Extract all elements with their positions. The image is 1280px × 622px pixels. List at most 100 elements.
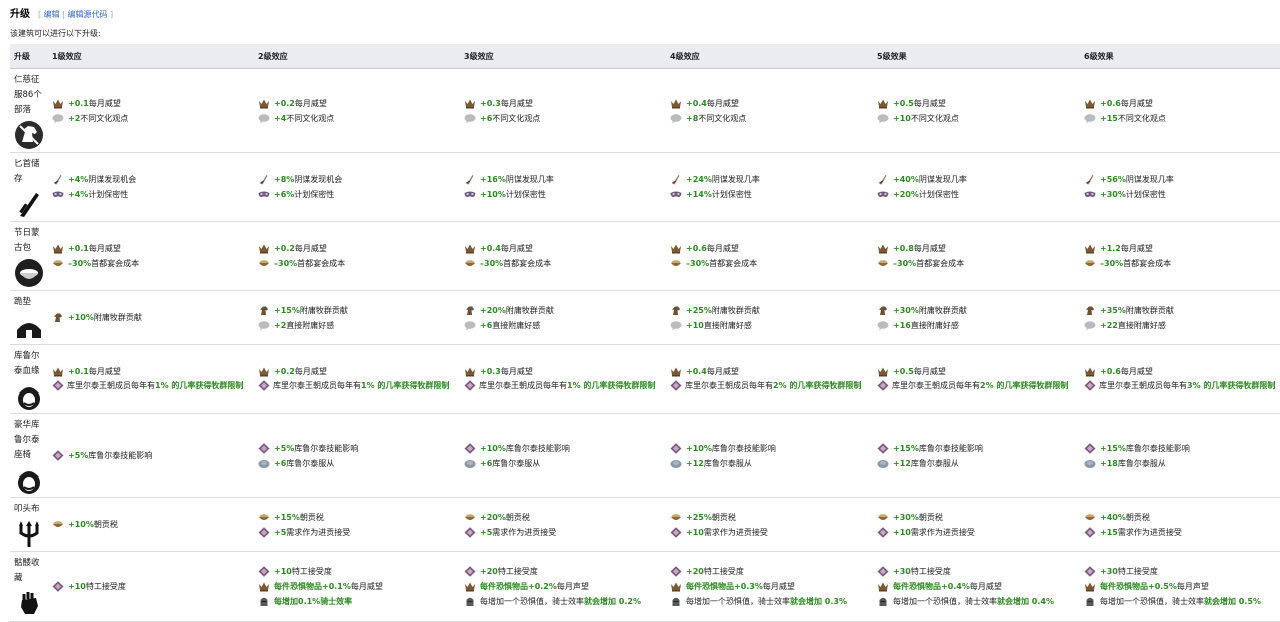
level-4-effect-cell: +0.6 每月威望 –30% 首都宴会成本: [666, 221, 873, 291]
trident-icon: [14, 519, 44, 549]
crown-icon: [464, 98, 476, 109]
speech-icon: [464, 320, 476, 331]
mask-icon: [877, 189, 889, 200]
effect-line: +15 不同文化观点: [1084, 111, 1276, 126]
helmet-icon: [877, 596, 889, 607]
effect-line: 每件恐惧物品 +0.2% 每月声望: [464, 579, 662, 594]
diamond-icon: [1084, 380, 1096, 391]
dagger-icon: [670, 174, 682, 185]
effect-value: +12: [893, 458, 911, 468]
effect-line: +16% 阴谋发现几率: [464, 172, 662, 187]
effect-value: +0.6: [1100, 98, 1121, 108]
level-2-effect-cell: +5% 库鲁尔泰技能影响 +6 库鲁尔泰服从: [254, 413, 460, 498]
upgrade-name-cell: 匕首储存: [10, 152, 48, 222]
effect-value: 就会增加 0.4%: [997, 597, 1054, 606]
effect-line: +6 库鲁尔泰服从: [464, 456, 662, 471]
effect-value: +15%: [893, 443, 919, 453]
diamond-icon: [258, 380, 270, 391]
effect-value: +8%: [274, 175, 295, 184]
effect-line: +0.2 每月威望: [258, 96, 456, 111]
effect-value: +15: [1100, 113, 1118, 123]
level-2-effect-cell: +15% 朝贡税 +5 需求作为进贡接受: [254, 497, 460, 552]
effect-value: +4: [274, 113, 287, 123]
effect-line: +10 特工接受度: [52, 579, 250, 594]
effect-text: 库鲁尔泰技能影响: [1125, 443, 1190, 453]
effect-line: +0.5 每月威望: [877, 364, 1076, 379]
upgrade-name-cell: 节日蒙古包: [10, 221, 48, 291]
effect-value: +56%: [1100, 175, 1126, 184]
horse-icon: [52, 312, 64, 323]
level-2-effect-cell: +0.2 每月威望 库里尔泰王朝成员每年有1% 的几率获得牧群限制: [254, 344, 460, 414]
effect-text: 朝贡税: [711, 512, 736, 522]
effect-text: 每月威望: [1120, 98, 1153, 108]
mask-icon: [258, 189, 270, 200]
effect-line: +5 需求作为进贡接受: [464, 525, 662, 540]
level-6-effect-cell: +0.6 每月威望 +15 不同文化观点: [1080, 68, 1280, 153]
level-6-effect-cell: +30 特工接受度 每件恐惧物品 +0.5% 每月声望 每增加一个恐惧值，骑士效率 就会增加…: [1080, 551, 1280, 622]
table-row: 节日蒙古包 +0.1 每月威望 –30% 首都宴会成本 +0.2 每月威望 –30% 首都宴会成…: [10, 221, 1280, 291]
effect-value: +12: [686, 458, 704, 468]
speech-icon: [464, 113, 476, 124]
effect-text: 朝贡税: [1125, 512, 1150, 522]
bowl-icon: [1084, 258, 1096, 269]
effect-text: 计划保密性: [711, 190, 752, 199]
effect-value: 每件恐惧物品: [480, 582, 528, 591]
effect-text: 库鲁尔泰技能影响: [711, 443, 776, 453]
dagger-icon: [52, 174, 64, 185]
header-level-1: 1级效应: [48, 44, 254, 69]
effect-text: 每月声望: [556, 582, 589, 591]
speech-icon: [877, 320, 889, 331]
crown-icon: [258, 98, 270, 109]
effect-value: +0.1: [68, 98, 89, 108]
effect-value: +5: [480, 527, 493, 537]
effect-line: +10 特工接受度: [258, 564, 456, 579]
effect-line: +8% 阴谋发现机会: [258, 172, 456, 187]
effect-value: +6: [480, 320, 493, 330]
bowl-icon: [670, 512, 682, 523]
effect-value: 2%: [773, 381, 787, 390]
effect-value: 的几率获得牧群限制: [374, 381, 450, 390]
effect-value: –30%: [68, 259, 92, 268]
effect-text: 阴谋发现几率: [505, 175, 554, 184]
table-body: 仁慈征服86个部落 +0.1 每月威望 +2 不同文化观点 +0.2 每月威望 +4 不同文化观…: [10, 68, 1280, 622]
effect-line: +0.3 每月威望: [464, 364, 662, 379]
effect-line: +8 不同文化观点: [670, 111, 869, 126]
effect-value: +10: [274, 567, 292, 576]
speech-icon: [1084, 113, 1096, 124]
effect-line: +10% 朝贡税: [52, 517, 250, 532]
diamond-icon: [52, 581, 64, 592]
effect-line: +10 不同文化观点: [877, 111, 1076, 126]
level-4-effect-cell: +0.4 每月威望 库里尔泰王朝成员每年有2% 的几率获得牧群限制: [666, 344, 873, 414]
dagger-icon: [14, 189, 44, 219]
speech-icon: [670, 113, 682, 124]
level-1-effect-cell: +0.1 每月威望 库里尔泰王朝成员每年有1% 的几率获得牧群限制: [48, 344, 254, 414]
effect-text: 计划保密性: [1125, 190, 1166, 199]
effect-text: 首都宴会成本: [709, 259, 758, 268]
section-header: 升级 [ 编辑 | 编辑源代码 ]: [10, 5, 113, 23]
effect-text: 阴谋发现几率: [1125, 175, 1174, 184]
upgrade-name-cell: 跪垫: [10, 290, 48, 345]
effect-text: 库里尔泰王朝成员每年有: [1099, 381, 1187, 390]
diamond-icon: [877, 526, 889, 538]
bowl-icon: [52, 258, 64, 269]
edit-source-link[interactable]: 编辑源代码: [67, 10, 107, 19]
effect-text: 不同文化观点: [1117, 113, 1166, 123]
effect-value: 0.1%: [298, 597, 321, 606]
effect-value: +0.1: [68, 367, 89, 376]
lungs-icon: [670, 458, 682, 469]
effect-text: 直接附庸好感: [910, 320, 959, 330]
level-6-effect-cell: +35% 附庸牧群贡献 +22 直接附庸好感: [1080, 290, 1280, 345]
edit-link[interactable]: 编辑: [44, 10, 60, 19]
effect-line: 每件恐惧物品 +0.1% 每月威望: [258, 579, 456, 594]
effect-line: +0.8 每月威望: [877, 241, 1076, 256]
effect-line: +56% 阴谋发现几率: [1084, 172, 1276, 187]
effect-value: 每件恐惧物品: [686, 582, 734, 591]
effect-value: 的几率获得牧群限制: [1200, 381, 1276, 390]
effect-value: +4%: [68, 190, 89, 199]
effect-text: 朝贡税: [505, 512, 530, 522]
effect-text: 直接附庸好感: [703, 320, 752, 330]
effect-value: +2: [274, 320, 287, 330]
effect-line: +6 不同文化观点: [464, 111, 662, 126]
effect-value: +0.2: [274, 367, 295, 376]
khan-icon: [14, 465, 44, 495]
